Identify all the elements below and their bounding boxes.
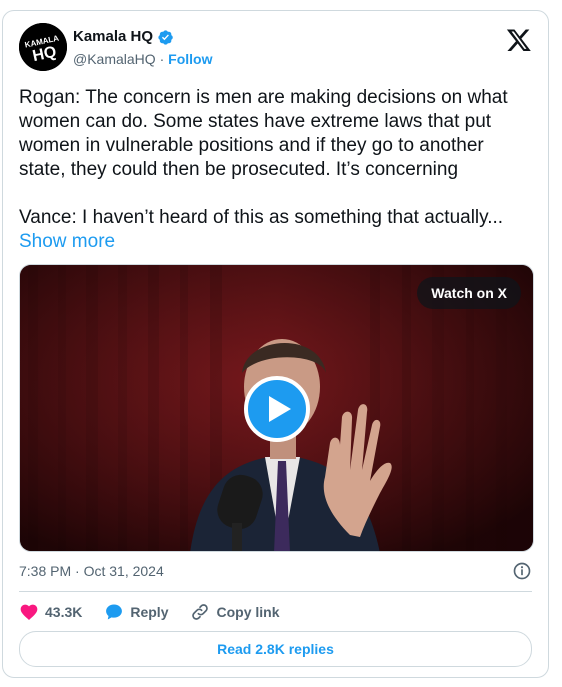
- show-more-link[interactable]: Show more: [19, 231, 115, 252]
- play-button[interactable]: [244, 376, 310, 442]
- divider: [19, 591, 532, 592]
- author-name-row: Kamala HQ: [73, 27, 174, 47]
- avatar-logo: KAMALA HQ: [19, 23, 67, 71]
- tweet-body: Rogan: The concern is men are making dec…: [19, 87, 508, 228]
- author-block: Kamala HQ @KamalaHQ · Follow: [73, 27, 212, 69]
- reply-bubble-icon: [106, 604, 123, 620]
- like-button[interactable]: 43.3K: [19, 602, 82, 622]
- post-timestamp[interactable]: 7:38 PM · Oct 31, 2024: [19, 563, 164, 579]
- avatar[interactable]: KAMALA HQ: [19, 23, 67, 71]
- follow-button[interactable]: Follow: [168, 51, 212, 67]
- author-display-name[interactable]: Kamala HQ: [73, 27, 153, 47]
- handle-separator: ·: [155, 51, 169, 67]
- copy-link-label: Copy link: [216, 604, 280, 620]
- play-icon: [269, 396, 291, 422]
- info-icon[interactable]: [512, 561, 532, 581]
- timestamp-row: 7:38 PM · Oct 31, 2024: [19, 561, 532, 581]
- reply-button[interactable]: Reply: [104, 602, 168, 622]
- tweet-card: KAMALA HQ Kamala HQ @KamalaHQ · Follow R…: [2, 10, 549, 678]
- tweet-text: Rogan: The concern is men are making dec…: [19, 86, 534, 254]
- copy-link-button[interactable]: Copy link: [190, 602, 280, 622]
- link-icon: [192, 604, 209, 620]
- watch-on-x-button[interactable]: Watch on X: [417, 277, 521, 309]
- reply-label: Reply: [130, 604, 169, 620]
- author-handle[interactable]: @KamalaHQ: [73, 51, 156, 67]
- tweet-header: KAMALA HQ Kamala HQ @KamalaHQ · Follow: [19, 23, 532, 75]
- verified-badge-icon: [158, 29, 173, 45]
- like-count: 43.3K: [45, 604, 83, 620]
- handle-row: @KamalaHQ · Follow: [73, 49, 212, 69]
- action-bar: 43.3K Reply Copy link: [19, 601, 280, 623]
- x-logo-icon[interactable]: [506, 27, 532, 53]
- read-replies-button[interactable]: Read 2.8K replies: [19, 631, 532, 667]
- heart-icon: [20, 604, 38, 620]
- video-player[interactable]: Watch on X: [19, 264, 534, 552]
